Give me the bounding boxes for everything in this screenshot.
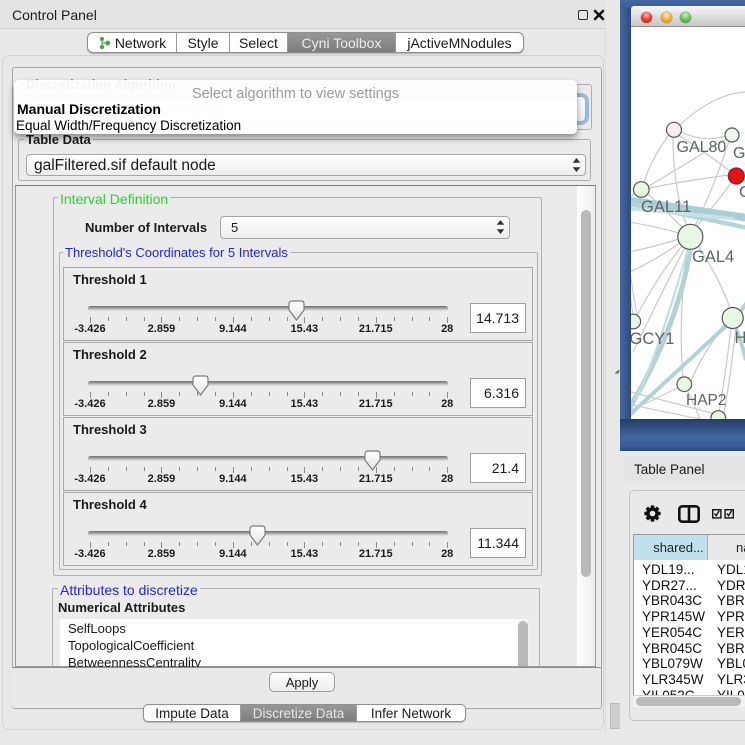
svg-text:GCY1: GCY1 — [631, 330, 674, 348]
svg-text:GAL4: GAL4 — [692, 248, 734, 266]
svg-text:HAP2: HAP2 — [686, 392, 727, 409]
svg-text:GAL80: GAL80 — [677, 139, 727, 156]
svg-text:GA: GA — [733, 145, 745, 162]
svg-text:GAL11: GAL11 — [641, 198, 691, 216]
svg-text:H: H — [735, 329, 745, 347]
svg-text:C: C — [739, 184, 745, 201]
